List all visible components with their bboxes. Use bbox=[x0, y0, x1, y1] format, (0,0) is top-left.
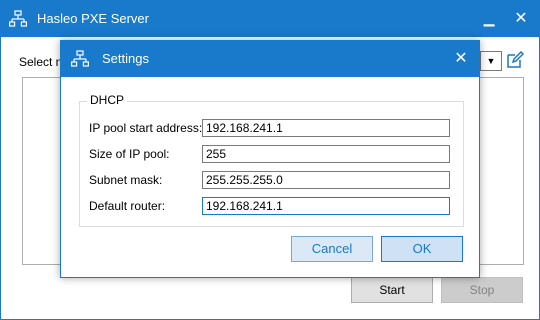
dhcp-group-label: DHCP bbox=[87, 93, 128, 107]
settings-dialog: Settings ✕ DHCP IP pool start address: S… bbox=[60, 40, 480, 278]
ok-button[interactable]: OK bbox=[381, 236, 463, 262]
close-button[interactable]: ✕ bbox=[509, 7, 533, 31]
minimize-button[interactable]: ▁ bbox=[479, 7, 499, 31]
edit-icon[interactable] bbox=[506, 51, 524, 69]
close-icon: ✕ bbox=[514, 10, 528, 27]
subnet-mask-label: Subnet mask: bbox=[89, 173, 163, 187]
start-button[interactable]: Start bbox=[351, 277, 433, 303]
dropdown-button[interactable]: ▼ bbox=[480, 51, 502, 71]
cancel-button[interactable]: Cancel bbox=[291, 236, 373, 262]
window-title: Hasleo PXE Server bbox=[37, 11, 149, 26]
ip-pool-start-label: IP pool start address: bbox=[89, 121, 203, 135]
main-title-bar[interactable]: Hasleo PXE Server ▁ ✕ bbox=[1, 1, 539, 37]
close-icon: ✕ bbox=[454, 50, 468, 67]
settings-title: Settings bbox=[102, 51, 149, 66]
network-icon bbox=[71, 50, 89, 67]
ip-pool-start-input[interactable] bbox=[202, 119, 450, 137]
ip-pool-size-input[interactable] bbox=[202, 145, 450, 163]
stop-button: Stop bbox=[441, 277, 523, 303]
settings-close-button[interactable]: ✕ bbox=[449, 47, 473, 71]
default-router-label: Default router: bbox=[89, 199, 166, 213]
default-router-input[interactable] bbox=[202, 197, 450, 215]
settings-title-bar[interactable]: Settings ✕ bbox=[61, 41, 479, 77]
subnet-mask-input[interactable] bbox=[202, 171, 450, 189]
network-icon bbox=[9, 10, 27, 27]
minimize-icon: ▁ bbox=[483, 10, 495, 26]
chevron-down-icon: ▼ bbox=[486, 56, 496, 66]
ip-pool-size-label: Size of IP pool: bbox=[89, 147, 170, 161]
